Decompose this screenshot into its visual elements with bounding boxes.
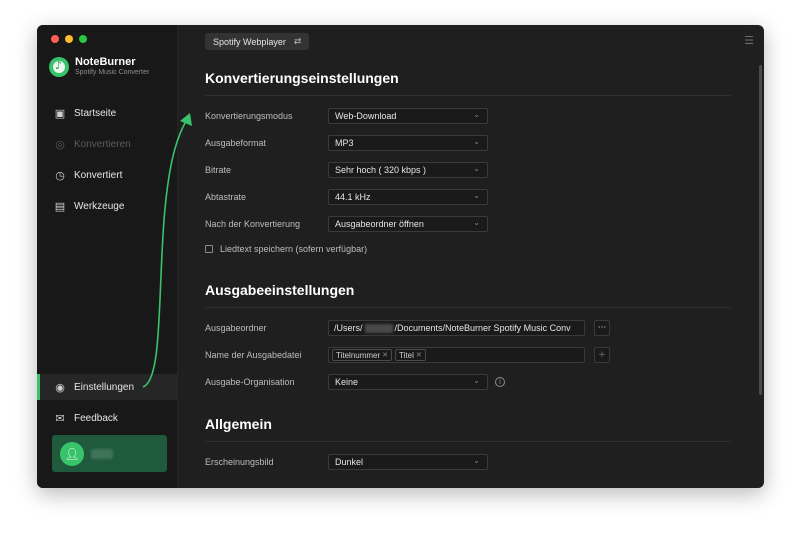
chevron-down-icon: ⌄ xyxy=(473,164,480,173)
label-output-filename: Name der Ausgabedatei xyxy=(205,350,302,360)
chevron-down-icon: ⌄ xyxy=(473,218,480,227)
noteburner-logo-icon xyxy=(49,56,69,77)
label-output-format: Ausgabeformat xyxy=(205,138,267,148)
sidebar-item-label: Konvertiert xyxy=(74,169,123,181)
app-name: NoteBurner xyxy=(75,56,136,68)
label-output-folder: Ausgabeordner xyxy=(205,323,267,333)
user-avatar-icon: 👤︎ xyxy=(60,441,84,466)
folder-path-prefix: /Users/ xyxy=(334,323,363,333)
sidebar-item-label: Startseite xyxy=(74,107,117,119)
organization-value: Keine xyxy=(335,377,359,387)
sidebar-item-werkzeuge[interactable]: ▤ Werkzeuge xyxy=(37,193,178,219)
output-format-select[interactable]: MP3 ⌄ xyxy=(328,135,488,151)
sidebar-item-konvertieren[interactable]: ◎ Konvertieren xyxy=(37,131,178,157)
label-sample-rate: Abtastrate xyxy=(205,192,247,202)
sidebar-item-startseite[interactable]: ▣ Startseite xyxy=(37,100,178,126)
output-format-value: MP3 xyxy=(335,138,354,148)
remove-tag-icon[interactable]: ✕ xyxy=(382,351,388,359)
appearance-value: Dunkel xyxy=(335,457,364,467)
username-redacted xyxy=(364,323,393,333)
divider xyxy=(205,441,731,442)
convert-icon: ◎ xyxy=(55,137,65,151)
user-card[interactable]: 👤︎ xyxy=(52,435,167,472)
minimize-window-button[interactable] xyxy=(65,35,73,43)
add-tag-button[interactable]: + xyxy=(594,347,610,363)
sidebar-item-konvertiert[interactable]: ◷ Konvertiert xyxy=(37,162,178,188)
section-title-conversion: Konvertierungseinstellungen xyxy=(205,70,399,86)
tag-label: Titelnummer xyxy=(336,350,381,360)
source-switch-button[interactable]: Spotify Webplayer ⇄ xyxy=(205,33,310,50)
sidebar-item-label: Feedback xyxy=(74,412,118,424)
lyrics-label: Liedtext speichern (sofern verfügbar) xyxy=(220,244,368,254)
lyrics-checkbox[interactable] xyxy=(205,245,213,253)
app-subtitle: Spotify Music Converter xyxy=(75,69,150,76)
lyrics-option[interactable]: Liedtext speichern (sofern verfügbar) xyxy=(205,244,367,254)
app-window: NoteBurner Spotify Music Converter ▣ Sta… xyxy=(37,25,764,488)
chevron-down-icon: ⌄ xyxy=(473,456,480,465)
output-folder-field[interactable]: /Users/ /Documents/NoteBurner Spotify Mus… xyxy=(328,320,585,336)
sidebar-item-label: Einstellungen xyxy=(74,381,135,393)
divider xyxy=(205,307,731,308)
source-label: Spotify Webplayer xyxy=(213,36,286,47)
toolbox-icon: ▤ xyxy=(54,199,66,213)
clock-icon: ◷ xyxy=(55,168,65,182)
after-conversion-value: Ausgabeordner öffnen xyxy=(335,219,424,229)
label-bitrate: Bitrate xyxy=(205,165,232,175)
output-filename-field[interactable]: Titelnummer ✕ Titel ✕ xyxy=(328,347,585,363)
filename-tag[interactable]: Titel ✕ xyxy=(395,349,426,361)
app-logo: NoteBurner Spotify Music Converter xyxy=(49,56,149,77)
label-conversion-mode: Konvertierungsmodus xyxy=(205,111,293,121)
label-after-conversion: Nach der Konvertierung xyxy=(205,219,301,229)
zoom-window-button[interactable] xyxy=(79,35,87,43)
close-window-button[interactable] xyxy=(51,35,59,43)
tag-label: Titel xyxy=(399,350,414,360)
hamburger-icon[interactable]: ☰ xyxy=(744,34,754,47)
settings-icon: ◉ xyxy=(55,380,65,394)
user-name-redacted xyxy=(91,448,113,459)
browse-folder-button[interactable]: ··· xyxy=(594,320,610,336)
appearance-select[interactable]: Dunkel ⌄ xyxy=(328,454,488,470)
filename-tag[interactable]: Titelnummer ✕ xyxy=(332,349,393,361)
chevron-down-icon: ⌄ xyxy=(473,137,480,146)
home-icon: ▣ xyxy=(54,106,66,120)
info-icon[interactable]: i xyxy=(495,377,505,387)
bitrate-select[interactable]: Sehr hoch ( 320 kbps ) ⌄ xyxy=(328,162,488,178)
sidebar: NoteBurner Spotify Music Converter ▣ Sta… xyxy=(37,25,178,488)
bitrate-value: Sehr hoch ( 320 kbps ) xyxy=(335,165,427,175)
window-controls xyxy=(51,35,87,43)
conversion-mode-value: Web-Download xyxy=(335,111,397,121)
swap-icon: ⇄ xyxy=(293,36,302,47)
output-organization-select[interactable]: Keine ⌄ xyxy=(328,374,488,390)
sidebar-item-einstellungen[interactable]: ◉ Einstellungen xyxy=(37,374,178,400)
sidebar-item-feedback[interactable]: ✉ Feedback xyxy=(37,405,178,431)
conversion-mode-select[interactable]: Web-Download ⌄ xyxy=(328,108,488,124)
remove-tag-icon[interactable]: ✕ xyxy=(416,351,422,359)
scrollbar[interactable] xyxy=(759,65,762,395)
settings-panel: Spotify Webplayer ⇄ ☰ Konvertierungseins… xyxy=(178,25,764,488)
sample-rate-select[interactable]: 44.1 kHz ⌄ xyxy=(328,189,488,205)
label-output-organization: Ausgabe-Organisation xyxy=(205,377,295,387)
label-appearance: Erscheinungsbild xyxy=(205,457,274,467)
section-title-general: Allgemein xyxy=(205,416,272,432)
sample-rate-value: 44.1 kHz xyxy=(335,192,371,202)
divider xyxy=(205,95,731,96)
section-title-output: Ausgabeeinstellungen xyxy=(205,282,355,298)
chevron-down-icon: ⌄ xyxy=(473,376,480,385)
sidebar-item-label: Werkzeuge xyxy=(74,200,125,212)
folder-path-suffix: /Documents/NoteBurner Spotify Music Conv xyxy=(394,323,571,333)
chevron-down-icon: ⌄ xyxy=(473,191,480,200)
mail-icon: ✉ xyxy=(55,411,65,425)
sidebar-item-label: Konvertieren xyxy=(74,138,131,150)
after-conversion-select[interactable]: Ausgabeordner öffnen ⌄ xyxy=(328,216,488,232)
chevron-down-icon: ⌄ xyxy=(473,110,480,119)
